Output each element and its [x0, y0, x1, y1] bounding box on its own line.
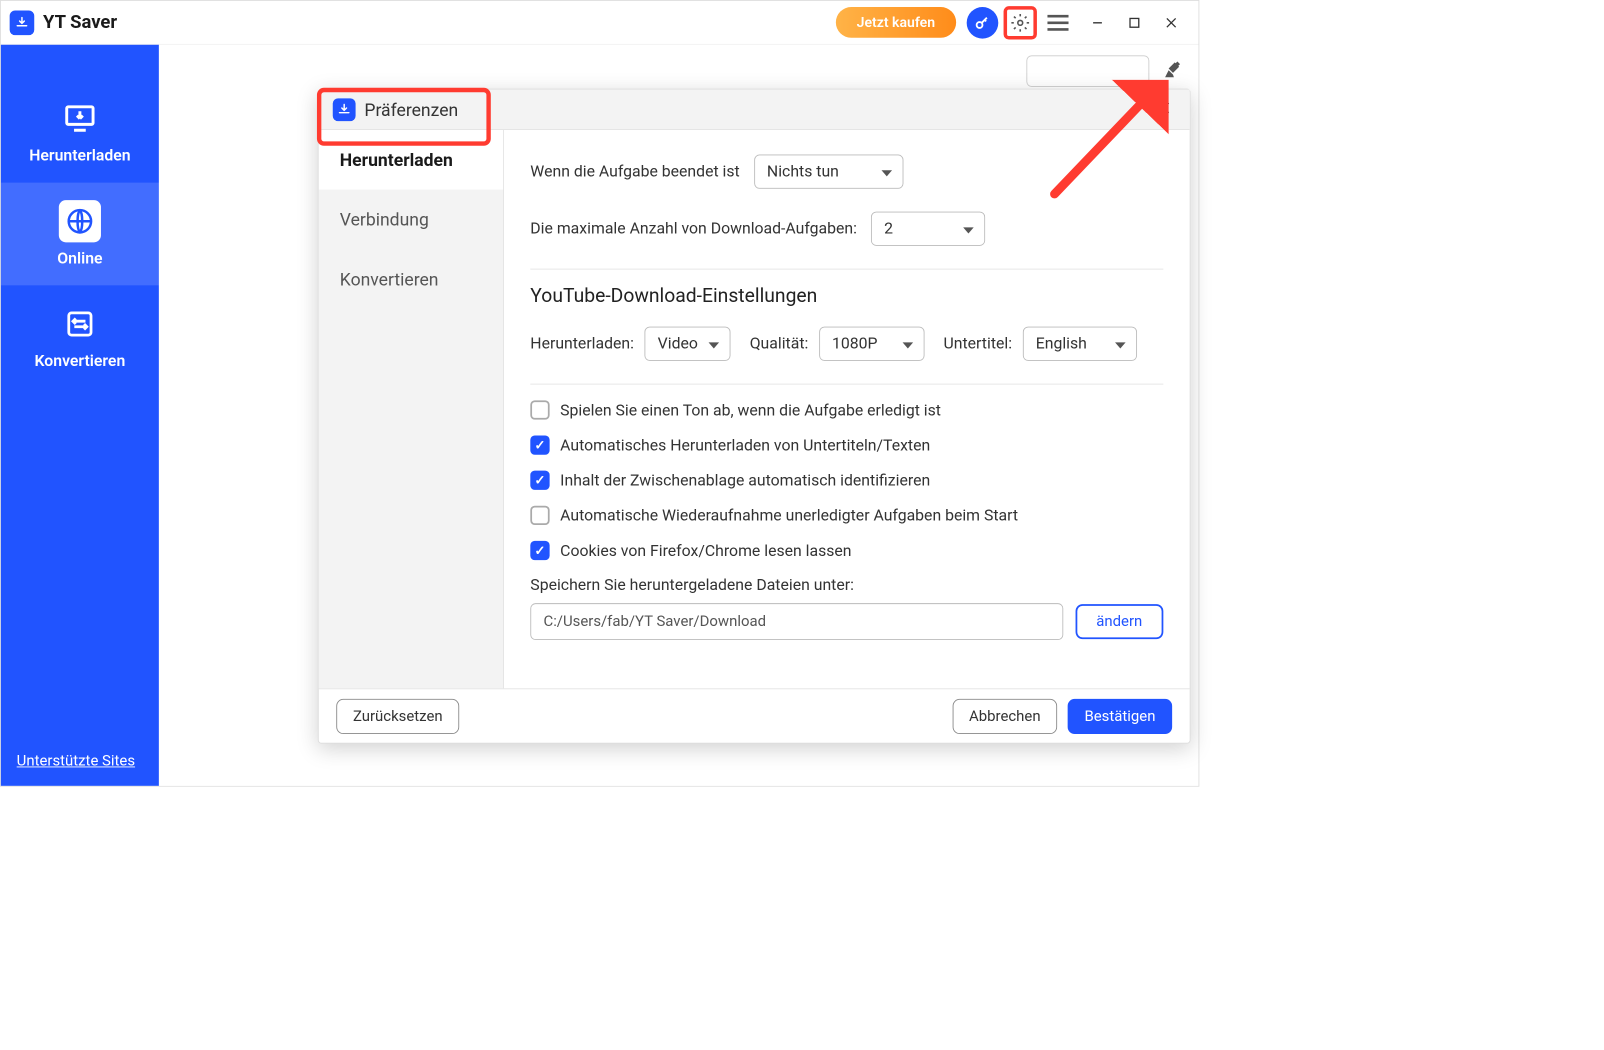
checkbox-label: Spielen Sie einen Ton ab, wenn die Aufga…	[560, 401, 941, 419]
window-close-button[interactable]	[1153, 7, 1190, 39]
checkbox-0[interactable]	[530, 400, 549, 419]
dialog-tab-connection[interactable]: Verbindung	[319, 190, 503, 250]
checkbox-row: Spielen Sie einen Ton ab, wenn die Aufga…	[530, 400, 1163, 419]
download-type-select[interactable]: Video	[644, 327, 730, 361]
save-path-input[interactable]: C:/Users/fab/YT Saver/Download	[530, 603, 1063, 640]
max-tasks-label: Die maximale Anzahl von Download-Aufgabe…	[530, 220, 857, 238]
convert-icon	[59, 303, 101, 345]
download-type-label: Herunterladen:	[530, 335, 634, 353]
dialog-sidebar: Herunterladen Verbindung Konvertieren	[319, 130, 504, 688]
task-done-select[interactable]: Nichts tun	[754, 155, 903, 189]
reset-button[interactable]: Zurücksetzen	[336, 698, 459, 733]
dialog-tab-convert[interactable]: Konvertieren	[319, 249, 503, 309]
checkbox-row: Automatische Wiederaufnahme unerledigter…	[530, 506, 1163, 525]
dialog-logo-icon	[333, 98, 356, 121]
download-icon	[59, 97, 101, 139]
checkbox-4[interactable]	[530, 541, 549, 560]
titlebar: YT Saver Jetzt kaufen	[1, 1, 1199, 45]
quality-label: Qualität:	[750, 335, 809, 353]
menu-button[interactable]	[1042, 7, 1074, 39]
sidebar-item-label: Online	[57, 249, 102, 267]
cancel-button[interactable]: Abbrechen	[952, 698, 1057, 733]
checkbox-label: Cookies von Firefox/Chrome lesen lassen	[560, 541, 851, 559]
youtube-section-title: YouTube-Download-Einstellungen	[530, 285, 1163, 307]
checkbox-row: Cookies von Firefox/Chrome lesen lassen	[530, 541, 1163, 560]
checkbox-label: Inhalt der Zwischenablage automatisch id…	[560, 471, 930, 489]
checkbox-label: Automatisches Herunterladen von Untertit…	[560, 436, 930, 454]
buy-now-button[interactable]: Jetzt kaufen	[836, 7, 957, 38]
checkbox-1[interactable]	[530, 435, 549, 454]
subtitle-select[interactable]: English	[1023, 327, 1137, 361]
checkbox-row: Automatisches Herunterladen von Untertit…	[530, 435, 1163, 454]
save-path-label: Speichern Sie heruntergeladene Dateien u…	[530, 576, 1163, 594]
dialog-tab-download[interactable]: Herunterladen	[319, 130, 503, 190]
sidebar-item-download[interactable]: Herunterladen	[1, 80, 159, 183]
window-maximize-button[interactable]	[1116, 7, 1153, 39]
max-tasks-select[interactable]: 2	[871, 212, 985, 246]
clear-icon[interactable]	[1162, 59, 1183, 84]
app-logo-icon	[10, 10, 35, 35]
dialog-close-button[interactable]: ✕	[1151, 97, 1176, 122]
app-title: YT Saver	[43, 12, 117, 33]
dialog-content: Wenn die Aufgabe beendet ist Nichts tun …	[504, 130, 1190, 688]
sidebar-item-label: Konvertieren	[35, 352, 126, 370]
task-done-label: Wenn die Aufgabe beendet ist	[530, 162, 739, 180]
dialog-header: Präferenzen ✕	[319, 90, 1190, 130]
sidebar-item-online[interactable]: Online	[1, 183, 159, 286]
dialog-title: Präferenzen	[364, 99, 458, 120]
checkbox-3[interactable]	[530, 506, 549, 525]
sidebar-item-label: Herunterladen	[29, 147, 130, 165]
dialog-footer: Zurücksetzen Abbrechen Bestätigen	[319, 688, 1190, 742]
checkbox-label: Automatische Wiederaufnahme unerledigter…	[560, 506, 1018, 524]
checkbox-row: Inhalt der Zwischenablage automatisch id…	[530, 471, 1163, 490]
quality-select[interactable]: 1080P	[819, 327, 924, 361]
supported-sites-link[interactable]: Unterstützte Sites	[17, 752, 135, 770]
url-input[interactable]	[1026, 55, 1149, 87]
license-key-button[interactable]	[967, 7, 999, 39]
checkbox-2[interactable]	[530, 471, 549, 490]
window-minimize-button[interactable]	[1079, 7, 1116, 39]
sidebar: Herunterladen Online Konvertieren Unters…	[1, 45, 159, 786]
change-path-button[interactable]: ändern	[1075, 604, 1163, 639]
globe-icon	[59, 200, 101, 242]
preferences-dialog: Präferenzen ✕ Herunterladen Verbindung K…	[318, 89, 1191, 744]
settings-button[interactable]	[1004, 6, 1037, 39]
subtitle-label: Untertitel:	[944, 335, 1013, 353]
confirm-button[interactable]: Bestätigen	[1068, 698, 1172, 733]
main-content: twitter Twitter Apple Music fansly Fansl…	[159, 45, 1199, 786]
sidebar-item-convert[interactable]: Konvertieren	[1, 285, 159, 388]
